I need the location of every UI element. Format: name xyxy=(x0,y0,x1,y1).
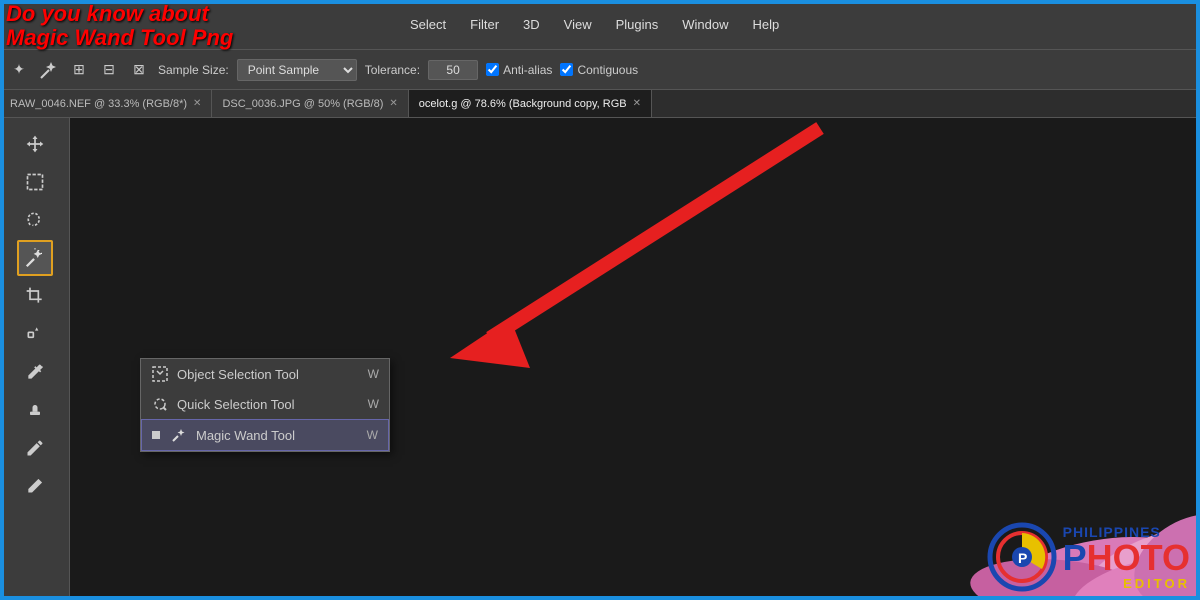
menu-bar: Do you know about Magic Wand Tool Png Se… xyxy=(0,0,1200,50)
flyout-magic-wand-shortcut: W xyxy=(367,428,378,442)
magic-wand-tool[interactable] xyxy=(17,240,53,276)
flyout-object-selection-shortcut: W xyxy=(368,367,379,381)
wand-icon[interactable] xyxy=(38,59,60,81)
red-arrow xyxy=(270,118,870,518)
tab-close-2[interactable]: ✕ xyxy=(633,98,641,109)
move-tool[interactable] xyxy=(17,126,53,162)
tab-bar: RAW_0046.NEF @ 33.3% (RGB/8*) ✕ DSC_0036… xyxy=(0,90,1200,118)
flyout-object-selection-label: Object Selection Tool xyxy=(177,367,299,382)
overlay-line1: Do you know about xyxy=(6,2,233,26)
flyout-quick-selection[interactable]: Quick Selection Tool W xyxy=(141,389,389,419)
subtract-icon[interactable]: ⊟ xyxy=(98,59,120,81)
svg-text:P: P xyxy=(1018,550,1027,566)
contiguous-label: Contiguous xyxy=(577,63,638,77)
flyout-object-selection[interactable]: Object Selection Tool W xyxy=(141,359,389,389)
tab-close-0[interactable]: ✕ xyxy=(193,98,201,109)
tolerance-label: Tolerance: xyxy=(365,63,420,77)
left-toolbar xyxy=(0,118,70,600)
brush-tool[interactable] xyxy=(17,430,53,466)
logo-circle-icon: P xyxy=(987,522,1057,592)
anti-alias-checkbox[interactable] xyxy=(486,63,499,76)
add-icon[interactable]: ⊞ xyxy=(68,59,90,81)
selected-indicator xyxy=(152,431,160,439)
menu-item-view[interactable]: View xyxy=(554,13,602,36)
logo-editor-text: EDITOR xyxy=(1063,576,1190,591)
menu-items-container: Select Filter 3D View Plugins Window Hel… xyxy=(400,13,789,36)
intersect-icon[interactable]: ⊠ xyxy=(128,59,150,81)
eraser-tool[interactable] xyxy=(17,468,53,504)
flyout-magic-wand[interactable]: Magic Wand Tool W xyxy=(141,419,389,451)
menu-item-select[interactable]: Select xyxy=(400,13,456,36)
rect-select-tool[interactable] xyxy=(17,164,53,200)
main-area: Object Selection Tool W Quick Selection … xyxy=(0,118,1200,600)
menu-item-plugins[interactable]: Plugins xyxy=(606,13,669,36)
menu-item-help[interactable]: Help xyxy=(743,13,790,36)
logo-photo-hoto: HOTO xyxy=(1087,540,1190,576)
menu-item-filter[interactable]: Filter xyxy=(460,13,509,36)
options-bar: ✦ ⊞ ⊟ ⊠ Sample Size: Point Sample 3 by 3… xyxy=(0,50,1200,90)
tool-preset-icon[interactable]: ✦ xyxy=(8,59,30,81)
canvas-area: Object Selection Tool W Quick Selection … xyxy=(70,118,1200,600)
menu-item-3d[interactable]: 3D xyxy=(513,13,550,36)
flyout-quick-selection-label: Quick Selection Tool xyxy=(177,397,295,412)
quick-selection-icon xyxy=(151,395,169,413)
tool-flyout: Object Selection Tool W Quick Selection … xyxy=(140,358,390,452)
lasso-tool[interactable] xyxy=(17,202,53,238)
flyout-magic-wand-label: Magic Wand Tool xyxy=(196,428,295,443)
anti-alias-label: Anti-alias xyxy=(503,63,552,77)
menu-item-window[interactable]: Window xyxy=(672,13,738,36)
overlay-title: Do you know about Magic Wand Tool Png xyxy=(0,0,239,52)
logo-text: PHILIPPINES P HOTO EDITOR xyxy=(1063,524,1190,591)
contiguous-checkbox[interactable] xyxy=(560,63,573,76)
tab-0[interactable]: RAW_0046.NEF @ 33.3% (RGB/8*) ✕ xyxy=(0,90,212,117)
flyout-quick-selection-shortcut: W xyxy=(368,397,379,411)
sample-size-select[interactable]: Point Sample 3 by 3 Average 5 by 5 Avera… xyxy=(237,59,357,81)
tab-1[interactable]: DSC_0036.JPG @ 50% (RGB/8) ✕ xyxy=(212,90,408,117)
overlay-line2: Magic Wand Tool Png xyxy=(6,26,233,50)
spot-heal-tool[interactable] xyxy=(17,316,53,352)
sample-size-label: Sample Size: xyxy=(158,63,229,77)
tolerance-input[interactable] xyxy=(428,60,478,80)
magic-wand-icon xyxy=(170,426,188,444)
logo-photo-row: P HOTO xyxy=(1063,540,1190,576)
object-selection-icon xyxy=(151,365,169,383)
eyedropper-tool[interactable] xyxy=(17,354,53,390)
anti-alias-group: Anti-alias xyxy=(486,63,552,77)
stamp-tool[interactable] xyxy=(17,392,53,428)
logo-area: P PHILIPPINES P HOTO EDITOR xyxy=(987,522,1190,592)
contiguous-group: Contiguous xyxy=(560,63,638,77)
tab-close-1[interactable]: ✕ xyxy=(389,98,397,109)
tab-2[interactable]: ocelot.g @ 78.6% (Background copy, RGB ✕ xyxy=(409,90,652,117)
logo-photo-p: P xyxy=(1063,540,1087,576)
crop-tool[interactable] xyxy=(17,278,53,314)
